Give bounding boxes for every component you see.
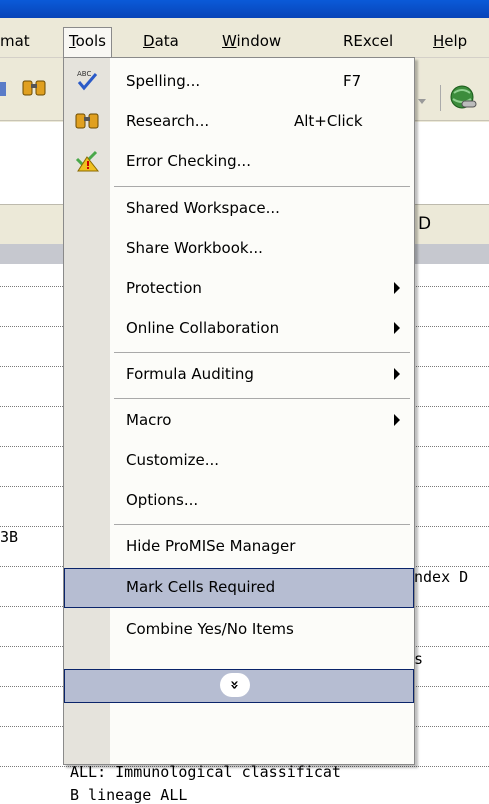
menu-bar: mat Tools Data Window RExcel Help bbox=[0, 18, 489, 58]
toolbar-partial-icon[interactable] bbox=[0, 78, 10, 100]
cell-text[interactable]: B lineage ALL bbox=[70, 786, 187, 804]
spelling-icon: ABC bbox=[77, 70, 98, 91]
menu-item-research[interactable]: Research... Alt+Click bbox=[64, 102, 414, 142]
svg-text:ABC: ABC bbox=[77, 70, 91, 78]
tools-menu: ABC Spelling... F7 Research... Alt+Click… bbox=[63, 57, 415, 765]
menu-item-combine-yes-no-items[interactable]: Combine Yes/No Items bbox=[64, 610, 414, 650]
menu-item-error-checking[interactable]: Error Checking... bbox=[64, 142, 414, 182]
menu-separator bbox=[114, 524, 410, 525]
title-bar bbox=[0, 0, 489, 18]
cell-text[interactable]: 3B bbox=[0, 528, 18, 546]
menu-item-label: Macro bbox=[126, 411, 172, 429]
menu-item-label: Online Collaboration bbox=[126, 319, 280, 337]
menu-separator bbox=[114, 398, 410, 399]
menu-item-label: Share Workbook... bbox=[126, 239, 263, 257]
menu-item-options[interactable]: Options... bbox=[64, 481, 414, 521]
menu-help[interactable]: Help bbox=[433, 28, 467, 54]
menu-item-label: Error Checking... bbox=[126, 152, 251, 170]
submenu-arrow-icon bbox=[394, 322, 400, 334]
cell-text[interactable]: ndex D bbox=[414, 568, 468, 586]
menu-format[interactable]: mat bbox=[0, 28, 30, 54]
menu-item-label: Protection bbox=[126, 279, 202, 297]
cell-text[interactable]: ALL: Immunological classificat bbox=[70, 763, 341, 781]
menu-item-label: Combine Yes/No Items bbox=[126, 620, 294, 638]
menu-tools[interactable]: Tools bbox=[63, 27, 112, 57]
menu-item-online-collaboration[interactable]: Online Collaboration bbox=[64, 309, 414, 349]
submenu-arrow-icon bbox=[394, 282, 400, 294]
research-toolbar-icon[interactable] bbox=[21, 75, 49, 101]
menu-item-label: Hide ProMISe Manager bbox=[126, 537, 296, 555]
menu-item-shortcut: Alt+Click bbox=[294, 112, 363, 130]
toolbar-separator bbox=[440, 85, 441, 111]
menu-rexcel[interactable]: RExcel bbox=[343, 28, 393, 54]
menu-item-label: Shared Workspace... bbox=[126, 199, 280, 217]
chevron-double-down-icon: » bbox=[220, 673, 250, 697]
menu-item-macro[interactable]: Macro bbox=[64, 401, 414, 441]
menu-item-label: Customize... bbox=[126, 451, 220, 469]
menu-item-hide-promise-manager[interactable]: Hide ProMISe Manager bbox=[64, 527, 414, 567]
hyperlink-globe-icon[interactable] bbox=[448, 83, 480, 113]
menu-item-shared-workspace[interactable]: Shared Workspace... bbox=[64, 189, 414, 229]
menu-item-protection[interactable]: Protection bbox=[64, 269, 414, 309]
menu-item-mark-cells-required[interactable]: Mark Cells Required bbox=[64, 568, 414, 608]
submenu-arrow-icon bbox=[394, 414, 400, 426]
menu-separator bbox=[114, 186, 410, 187]
menu-item-spelling[interactable]: ABC Spelling... F7 bbox=[64, 62, 414, 102]
menu-item-customize[interactable]: Customize... bbox=[64, 441, 414, 481]
menu-item-label: Research... bbox=[126, 112, 210, 130]
menu-item-share-workbook[interactable]: Share Workbook... bbox=[64, 229, 414, 269]
column-header-d[interactable]: D bbox=[418, 214, 431, 234]
menu-window[interactable]: Window bbox=[222, 28, 281, 54]
menu-item-label: Spelling... bbox=[126, 72, 201, 90]
dropdown-chevron-icon[interactable] bbox=[414, 90, 434, 112]
error-checking-icon bbox=[75, 150, 100, 172]
menu-data[interactable]: Data bbox=[143, 28, 179, 54]
research-icon bbox=[75, 113, 99, 129]
cell-text[interactable]: s bbox=[414, 650, 423, 668]
submenu-arrow-icon bbox=[394, 368, 400, 380]
menu-item-label: Formula Auditing bbox=[126, 365, 254, 383]
menu-item-label: Options... bbox=[126, 491, 199, 509]
menu-item-formula-auditing[interactable]: Formula Auditing bbox=[64, 355, 414, 395]
menu-item-shortcut: F7 bbox=[343, 72, 362, 90]
menu-item-label: Mark Cells Required bbox=[126, 578, 276, 596]
menu-separator bbox=[114, 352, 410, 353]
menu-expand-button[interactable]: » bbox=[64, 669, 414, 703]
